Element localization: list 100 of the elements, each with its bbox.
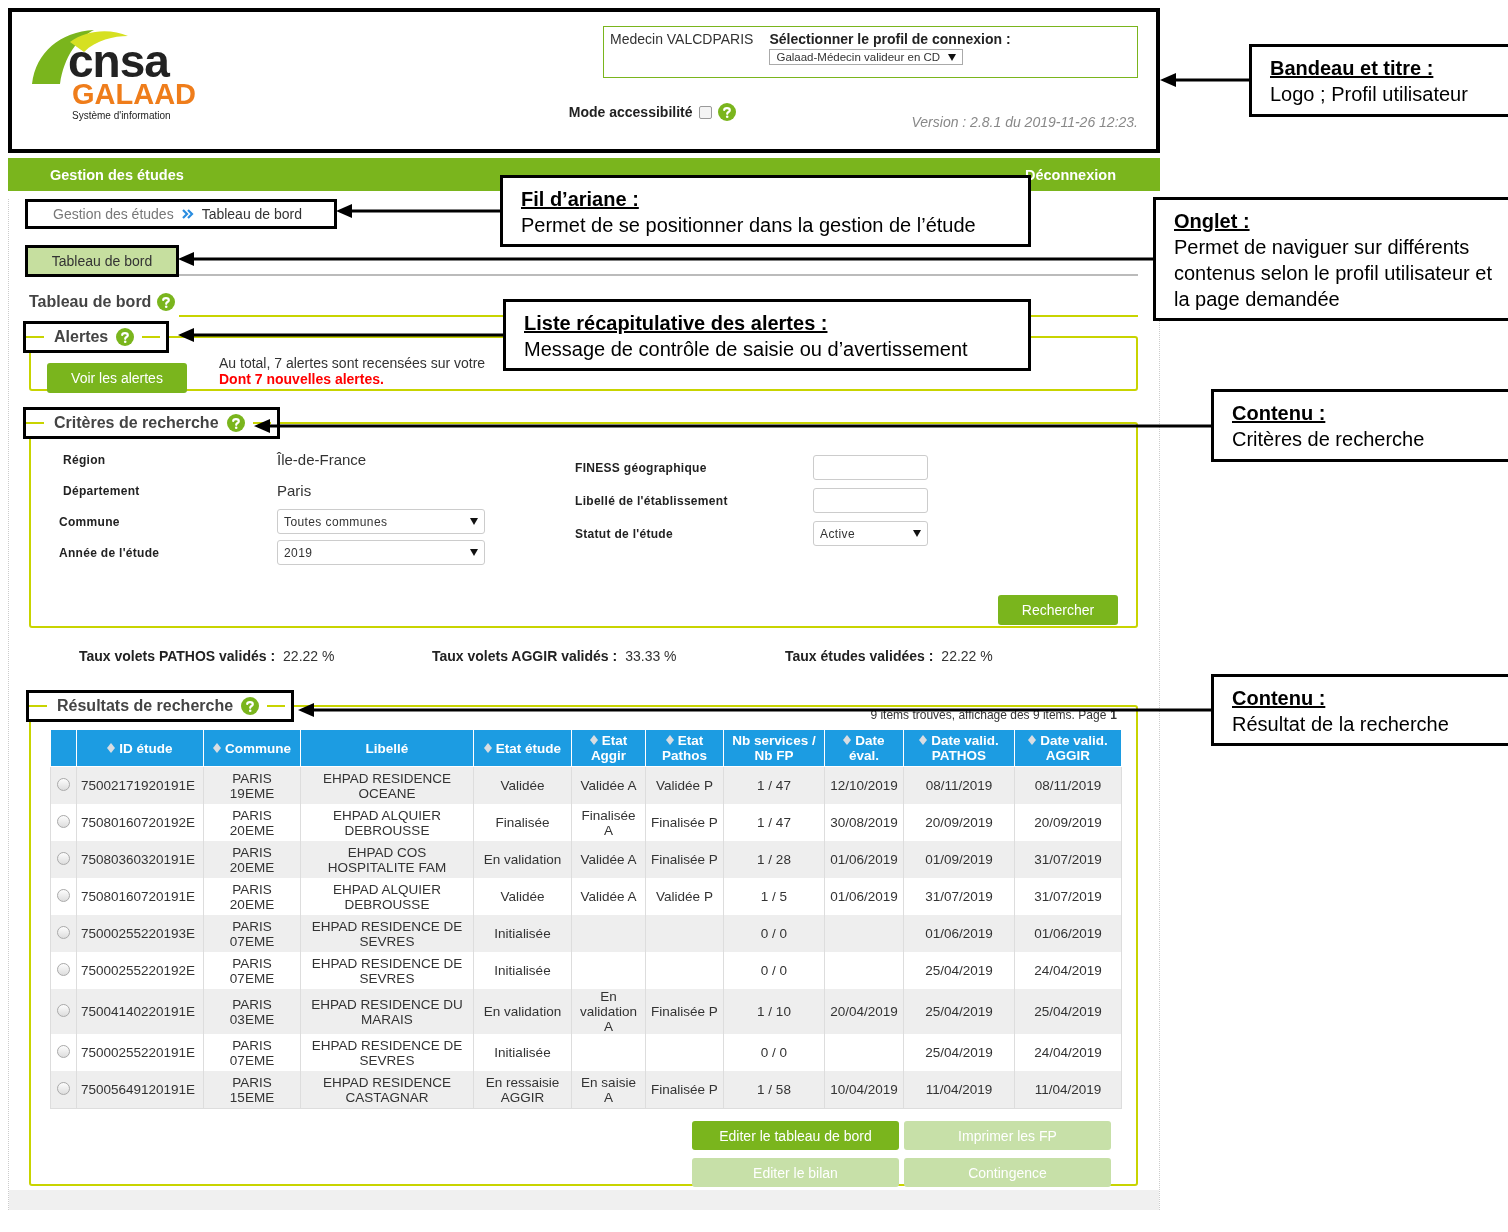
sort-icon[interactable] bbox=[107, 742, 116, 753]
table-cell: En ressaisie AGGIR bbox=[485, 1074, 560, 1105]
row-radio[interactable] bbox=[57, 1081, 70, 1095]
column-header[interactable]: Date éval. bbox=[824, 729, 904, 767]
logo-tagline: Système d'information bbox=[72, 110, 171, 121]
tab[interactable]: Tableau de bord bbox=[25, 245, 179, 277]
user-name: Medecin VALCDPARIS bbox=[610, 31, 754, 49]
table-cell: 75000255220191E bbox=[81, 1045, 196, 1060]
column-header[interactable]: Date valid. PATHOS bbox=[903, 729, 1015, 767]
table-cell: 1 / 5 bbox=[760, 889, 788, 904]
table-cell: EHPAD ALQUIER DEBROUSSE bbox=[333, 881, 441, 912]
select-field[interactable]: Active bbox=[813, 521, 928, 546]
table-cell: PARIS 20EME bbox=[229, 807, 275, 838]
table-cell: 25/04/2019 bbox=[925, 1045, 993, 1060]
nav-link[interactable]: Gestion des études bbox=[50, 166, 184, 183]
table-cell: Validée A bbox=[580, 852, 637, 867]
table-cell: 1 / 47 bbox=[757, 815, 791, 830]
callout-title: Liste récapitulative des alertes : bbox=[524, 311, 828, 336]
callout-text: Permet de se positionner dans la gestion de l’étude bbox=[521, 213, 977, 238]
row-radio[interactable] bbox=[57, 1044, 70, 1058]
row-radio[interactable] bbox=[57, 777, 70, 791]
callout-text: Critères de recherche bbox=[1232, 427, 1426, 452]
rate-value: 22.22 % bbox=[283, 648, 335, 664]
table-cell: 01/09/2019 bbox=[925, 852, 993, 867]
logout-link[interactable]: Déconnexion bbox=[1024, 166, 1116, 183]
rate-label: Taux volets PATHOS validés : bbox=[79, 648, 276, 664]
table-cell: 25/04/2019 bbox=[925, 1004, 993, 1019]
action-button[interactable]: Editer le tableau de bord bbox=[692, 1121, 899, 1150]
sort-icon[interactable] bbox=[665, 735, 674, 745]
table-cell: 1 / 47 bbox=[757, 778, 791, 793]
table-cell: EHPAD RESIDENCE DE SEVRES bbox=[311, 1037, 463, 1068]
table-cell: PARIS 19EME bbox=[229, 770, 275, 801]
table-cell: EHPAD RESIDENCE CASTAGNAR bbox=[323, 1074, 451, 1105]
table-cell: En validation bbox=[483, 852, 562, 867]
row-radio[interactable] bbox=[57, 925, 70, 939]
row-radio[interactable] bbox=[57, 888, 70, 902]
row-radio[interactable] bbox=[57, 1003, 70, 1017]
table-cell: 75005649120191E bbox=[81, 1082, 196, 1097]
table-cell: 31/07/2019 bbox=[1034, 852, 1102, 867]
table-cell: PARIS 07EME bbox=[229, 955, 275, 986]
sort-icon[interactable] bbox=[1028, 735, 1037, 745]
breadcrumb-item[interactable]: Gestion des études bbox=[53, 206, 174, 222]
column-header[interactable]: Date valid. AGGIR bbox=[1014, 729, 1122, 767]
table-cell: 0 / 0 bbox=[760, 1045, 788, 1060]
caret-icon bbox=[470, 518, 478, 525]
help-icon[interactable] bbox=[116, 328, 135, 346]
table-cell: 25/04/2019 bbox=[1034, 1004, 1102, 1019]
sort-icon[interactable] bbox=[589, 735, 598, 745]
rate-label: Taux volets AGGIR validés : bbox=[432, 648, 618, 664]
section-title: Résultats de recherche bbox=[57, 697, 234, 715]
select-field[interactable]: 2019 bbox=[277, 540, 485, 565]
table-cell: EHPAD RESIDENCE DE SEVRES bbox=[311, 955, 463, 986]
table-cell: 01/06/2019 bbox=[830, 852, 898, 867]
sort-icon[interactable] bbox=[919, 735, 928, 745]
callout-title: Bandeau et titre : bbox=[1270, 56, 1434, 81]
accessibility-checkbox[interactable] bbox=[698, 105, 712, 119]
help-icon[interactable] bbox=[157, 293, 176, 311]
profile-select[interactable]: Galaad-Médecin valideur en CD bbox=[769, 49, 964, 65]
table-cell: Finalisée bbox=[495, 815, 550, 830]
field-label: Libellé de l'établissement bbox=[575, 493, 729, 508]
table-cell: 1 / 28 bbox=[757, 852, 791, 867]
table-cell: Validée A bbox=[580, 889, 637, 904]
callout-title: Contenu : bbox=[1232, 401, 1326, 426]
accessibility-label: Mode accessibilité bbox=[568, 104, 693, 120]
field-label: Statut de l'étude bbox=[575, 526, 674, 541]
row-radio[interactable] bbox=[57, 962, 70, 976]
sort-icon[interactable] bbox=[483, 742, 492, 753]
column-header[interactable]: Commune bbox=[203, 729, 301, 767]
column-header[interactable]: Etat Aggir bbox=[571, 729, 646, 767]
help-icon[interactable] bbox=[226, 414, 245, 432]
sort-icon[interactable] bbox=[843, 735, 852, 745]
input-field[interactable] bbox=[813, 455, 928, 480]
help-icon[interactable] bbox=[241, 697, 260, 715]
rate-value: 22.22 % bbox=[941, 648, 993, 664]
column-header[interactable]: Nb services / Nb FP bbox=[723, 729, 825, 767]
callout-text: Permet de naviguer sur différents contenus selon le profil utilisateur et la page demandée bbox=[1174, 235, 1493, 312]
table-cell: 30/08/2019 bbox=[830, 815, 898, 830]
callout-text: Message de contrôle de saisie ou d’avertissement bbox=[524, 337, 969, 362]
view-alerts-button[interactable]: Voir les alertes bbox=[47, 363, 187, 393]
column-header[interactable]: Etat Pathos bbox=[645, 729, 724, 767]
table-cell: Finalisée A bbox=[581, 807, 636, 838]
sort-icon[interactable] bbox=[213, 742, 221, 753]
column-header[interactable]: ID étude bbox=[76, 729, 204, 767]
search-button[interactable]: Rechercher bbox=[998, 595, 1118, 625]
input-field[interactable] bbox=[813, 488, 928, 513]
table-cell: EHPAD RESIDENCE DU MARAIS bbox=[311, 996, 463, 1027]
table-cell: Validée P bbox=[656, 778, 713, 793]
table-cell: PARIS 07EME bbox=[229, 1037, 275, 1068]
table-cell: 1 / 58 bbox=[757, 1082, 791, 1097]
column-header[interactable]: Libellé bbox=[300, 729, 474, 767]
row-radio[interactable] bbox=[57, 851, 70, 865]
column-header[interactable]: Etat étude bbox=[473, 729, 572, 767]
row-radio[interactable] bbox=[57, 814, 70, 828]
rate-label: Taux études validées : bbox=[785, 648, 934, 664]
table-cell: 01/06/2019 bbox=[925, 926, 993, 941]
table-cell: EHPAD RESIDENCE DE SEVRES bbox=[311, 918, 463, 949]
select-field[interactable]: Toutes communes bbox=[277, 509, 485, 534]
table-cell: PARIS 03EME bbox=[229, 996, 275, 1027]
help-icon[interactable] bbox=[717, 103, 736, 121]
table-cell: 75080160720192E bbox=[81, 815, 196, 830]
